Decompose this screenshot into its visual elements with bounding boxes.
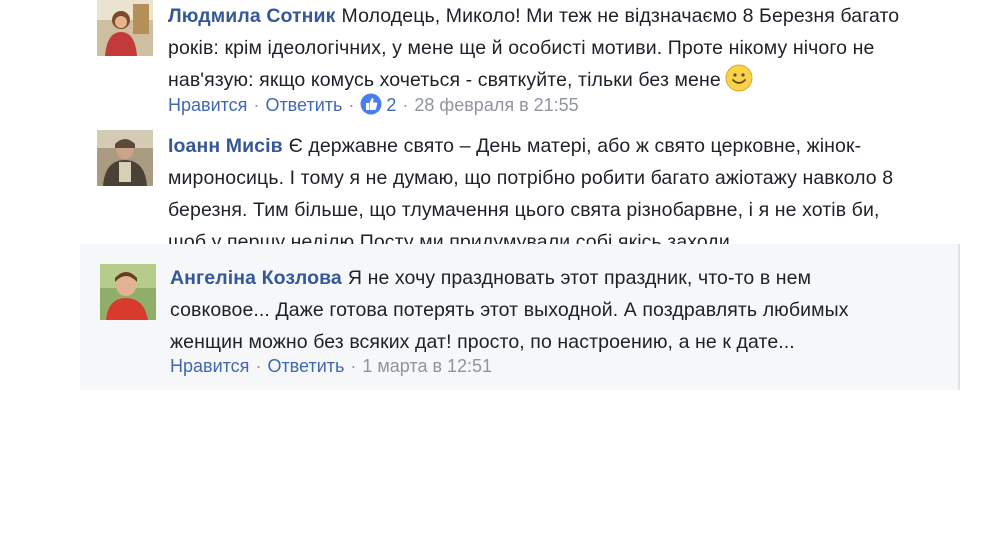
like-reaction-icon[interactable] bbox=[360, 93, 382, 115]
separator-dot: · bbox=[348, 95, 355, 115]
comment-actions: Нравится · Ответить · 1 марта в 12:51 bbox=[170, 355, 492, 377]
comment-text: Іоанн Мисів Є державне свято – День матер… bbox=[168, 130, 916, 246]
reply-link[interactable]: Ответить bbox=[267, 356, 344, 376]
smile-emoji-icon bbox=[725, 64, 753, 92]
separator-dot: · bbox=[255, 356, 262, 376]
comment-author[interactable]: Ангеліна Козлова bbox=[170, 267, 342, 289]
comment-timestamp[interactable]: 1 марта в 12:51 bbox=[362, 356, 492, 376]
comment-highlighted: Ангеліна Козлова Я не хочу праздновать эт… bbox=[80, 244, 960, 390]
avatar[interactable] bbox=[100, 264, 156, 320]
avatar[interactable] bbox=[97, 130, 153, 186]
comment-text: Людмила Сотник Молодець, Миколо! Ми теж н… bbox=[168, 0, 908, 96]
separator-dot: · bbox=[253, 95, 260, 115]
like-count[interactable]: 2 bbox=[386, 95, 396, 115]
like-link[interactable]: Нравится bbox=[170, 356, 249, 376]
like-link[interactable]: Нравится bbox=[168, 95, 247, 115]
comment-text: Ангеліна Козлова Я не хочу праздновать эт… bbox=[170, 262, 910, 358]
separator-dot: · bbox=[402, 95, 409, 115]
avatar[interactable] bbox=[97, 0, 153, 56]
reply-link[interactable]: Ответить bbox=[265, 95, 342, 115]
separator-dot: · bbox=[350, 356, 357, 376]
comment-author[interactable]: Іоанн Мисів bbox=[168, 135, 283, 157]
comment-actions: Нравится · Ответить · 2 · 28 февраля в 21:55 bbox=[168, 93, 579, 116]
comment-timestamp[interactable]: 28 февраля в 21:55 bbox=[414, 95, 578, 115]
comment-author[interactable]: Людмила Сотник bbox=[168, 5, 336, 27]
